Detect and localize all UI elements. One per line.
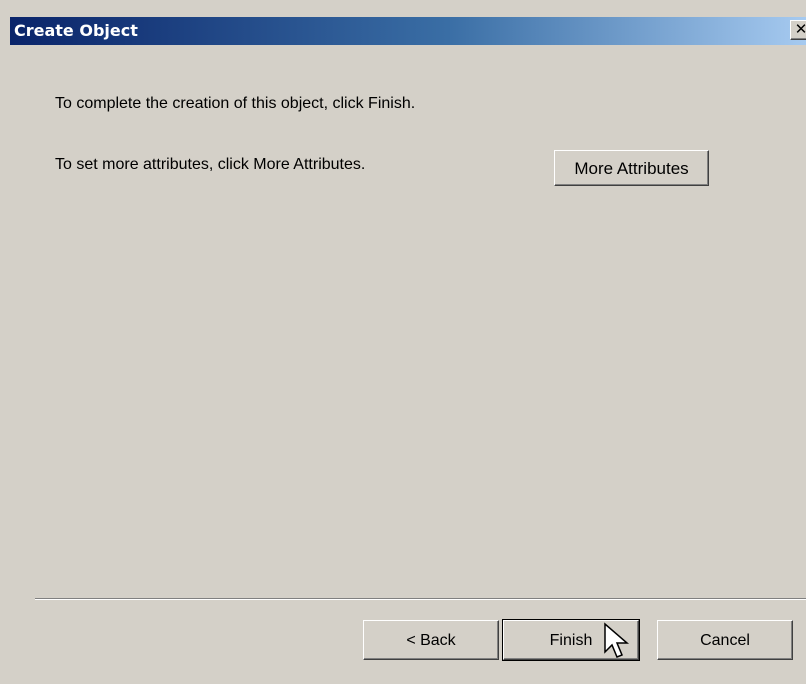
cancel-button[interactable]: Cancel <box>657 620 793 660</box>
create-object-dialog: Create Object ✕ To complete the creation… <box>0 0 806 684</box>
title-bar[interactable]: Create Object ✕ <box>10 17 806 45</box>
close-button[interactable]: ✕ <box>790 20 806 40</box>
more-attributes-button[interactable]: More Attributes <box>554 150 709 186</box>
finish-instruction-text: To complete the creation of this object,… <box>55 95 416 112</box>
arrow-pointer-icon <box>604 622 630 658</box>
close-icon: ✕ <box>794 20 806 38</box>
footer-separator <box>35 598 806 600</box>
back-button[interactable]: < Back <box>363 620 499 660</box>
dialog-title: Create Object <box>14 21 138 40</box>
attributes-instruction-text: To set more attributes, click More Attri… <box>55 156 366 173</box>
